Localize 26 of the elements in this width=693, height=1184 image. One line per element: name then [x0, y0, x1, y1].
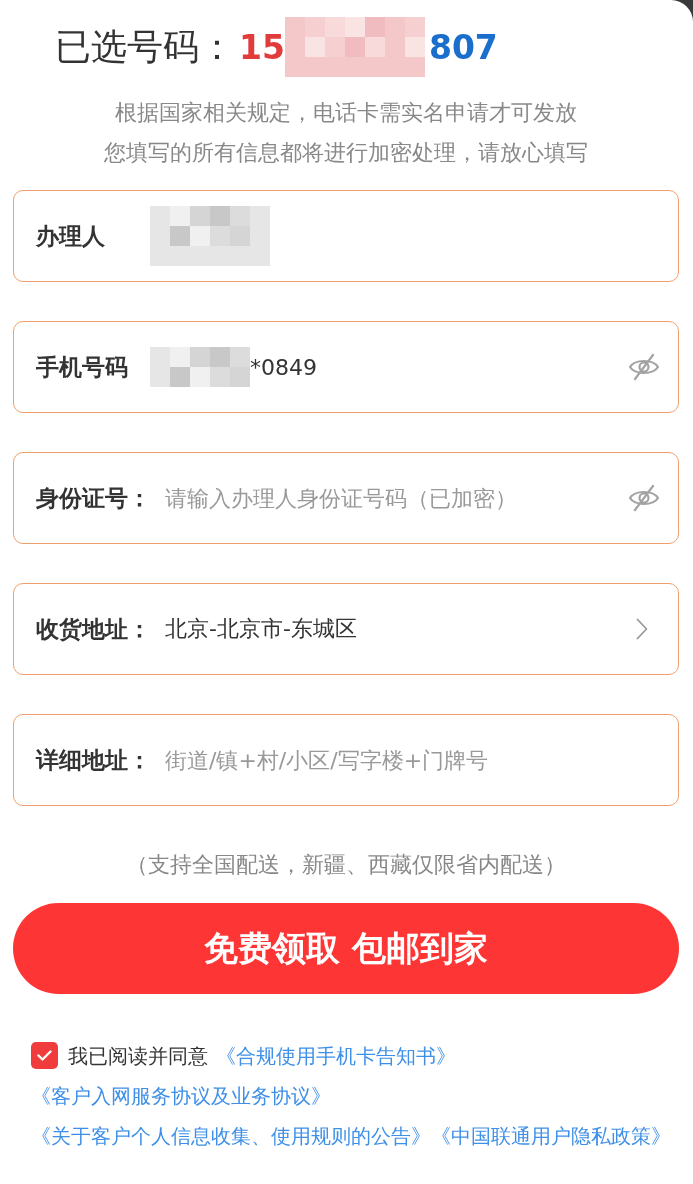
- agreement-link[interactable]: 《关于客户个人信息收集、使用规则的公告》: [31, 1116, 431, 1156]
- agreement-text: 我已阅读并同意: [68, 1044, 208, 1068]
- field-label: 手机号码: [36, 352, 129, 382]
- notice-text: 您填写的所有信息都将进行加密处理，请放心填写: [103, 139, 589, 167]
- eye-slash-icon[interactable]: [628, 353, 660, 381]
- delivery-note: （支持全国配送，新疆、西藏仅限省内配送）: [125, 851, 567, 879]
- chevron-right-icon: [636, 618, 648, 640]
- submit-button[interactable]: 免费领取 包邮到家: [13, 903, 679, 994]
- eye-slash-icon[interactable]: [628, 484, 660, 512]
- input-field[interactable]: 请输入办理人身份证号码（已加密）: [165, 483, 628, 513]
- agreement-link[interactable]: 《合规使用手机卡告知书》: [216, 1036, 456, 1076]
- select-field[interactable]: 收货地址： 北京-北京市-东城区: [13, 583, 679, 675]
- phone-number-digits: 15: [239, 27, 285, 67]
- agreement-link[interactable]: 《客户入网服务协议及业务协议》: [31, 1076, 331, 1116]
- agreement-link[interactable]: 《中国联通用户隐私政策》: [431, 1116, 671, 1156]
- notice-text: 根据国家相关规定，电话卡需实名申请才可发放: [114, 99, 578, 127]
- field-label: 身份证号：: [36, 483, 151, 513]
- checkmark-icon: [37, 1050, 52, 1061]
- number-label: 已选号码：: [55, 24, 235, 69]
- phone-number-digits: 807: [428, 27, 498, 67]
- checkbox[interactable]: [31, 1042, 58, 1069]
- field-label: 详细地址：: [36, 745, 151, 775]
- input-field[interactable]: 街道/镇+村/小区/写字楼+门牌号: [165, 745, 660, 775]
- field-label: 办理人: [36, 221, 106, 251]
- input-field[interactable]: *0849: [250, 352, 628, 382]
- field-label: 收货地址：: [36, 614, 151, 644]
